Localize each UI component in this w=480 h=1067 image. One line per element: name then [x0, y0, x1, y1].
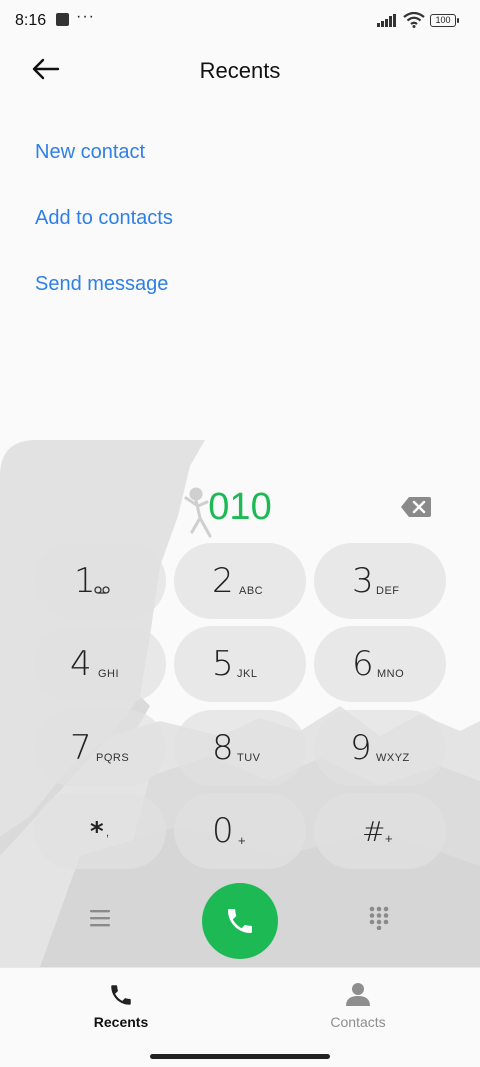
- key-hash[interactable]: # +: [314, 793, 446, 869]
- key-digit: 9: [350, 728, 372, 768]
- voicemail-icon: [94, 586, 110, 594]
- key-digit: *: [90, 817, 104, 847]
- signal-icon: [377, 14, 396, 27]
- page-title: Recents: [199, 58, 281, 83]
- tab-contacts[interactable]: Contacts: [278, 968, 438, 1038]
- key-letters: JKL: [237, 668, 258, 680]
- backspace-icon[interactable]: [400, 496, 432, 518]
- dialpad-icon[interactable]: [369, 906, 389, 930]
- wifi-icon: [403, 12, 425, 28]
- key-5[interactable]: 5 JKL: [174, 626, 306, 702]
- key-letters: TUV: [237, 752, 261, 764]
- key-digit: #: [362, 815, 386, 848]
- new-contact-link[interactable]: New contact: [35, 141, 145, 164]
- phone-icon: [228, 909, 252, 933]
- bottom-nav: Recents Contacts: [0, 967, 480, 1067]
- key-0[interactable]: 0 +: [174, 793, 306, 869]
- call-button[interactable]: [202, 883, 278, 959]
- key-letters: +: [238, 833, 247, 848]
- status-time: 8:16: [15, 12, 47, 29]
- key-digit: 8: [212, 728, 234, 768]
- key-2[interactable]: 2 ABC: [174, 543, 306, 619]
- battery-icon: 100: [430, 14, 459, 27]
- key-digit: 2: [212, 561, 234, 601]
- key-digit: 0: [212, 811, 234, 851]
- send-message-link[interactable]: Send message: [35, 273, 168, 296]
- tab-label: Contacts: [330, 1014, 386, 1030]
- key-letters: ,: [106, 827, 110, 839]
- key-letters: PQRS: [96, 752, 130, 764]
- key-letters: WXYZ: [376, 752, 410, 764]
- key-letters: DEF: [376, 585, 400, 597]
- key-letters: +: [385, 831, 394, 846]
- key-7[interactable]: 7 PQRS: [34, 710, 166, 786]
- notification-icon: [56, 13, 69, 26]
- key-6[interactable]: 6 MNO: [314, 626, 446, 702]
- key-3[interactable]: 3 DEF: [314, 543, 446, 619]
- key-letters: MNO: [377, 668, 405, 680]
- tab-label: Recents: [93, 1014, 149, 1030]
- key-digit: 7: [70, 728, 92, 768]
- key-digit: 6: [352, 644, 374, 684]
- key-1[interactable]: 1: [34, 543, 166, 619]
- key-4[interactable]: 4 GHI: [34, 626, 166, 702]
- key-digit: 3: [352, 561, 374, 601]
- key-letters: ABC: [239, 585, 264, 597]
- tab-recents[interactable]: Recents: [41, 968, 201, 1038]
- home-indicator[interactable]: [150, 1054, 330, 1059]
- add-to-contacts-link[interactable]: Add to contacts: [35, 207, 173, 230]
- key-9[interactable]: 9 WXYZ: [314, 710, 446, 786]
- more-notifications-icon: ···: [76, 8, 95, 25]
- phone-icon: [111, 985, 131, 1005]
- key-star[interactable]: * ,: [34, 793, 166, 869]
- menu-icon[interactable]: [90, 909, 110, 927]
- key-8[interactable]: 8 TUV: [174, 710, 306, 786]
- key-digit: 4: [70, 644, 92, 684]
- key-letters: GHI: [98, 668, 120, 680]
- status-bar: 8:16 ··· 100: [0, 0, 480, 44]
- person-icon: [346, 983, 370, 1006]
- key-digit: 1: [74, 561, 96, 601]
- key-digit: 5: [212, 644, 234, 684]
